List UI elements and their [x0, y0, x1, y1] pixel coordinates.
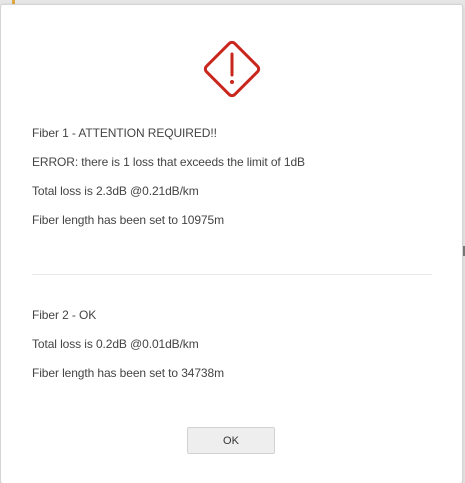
warning-diamond-icon [198, 35, 266, 103]
fiber-report-dialog: Fiber 1 - ATTENTION REQUIRED!! ERROR: th… [0, 4, 463, 483]
fiber-2-total-loss: Total loss is 0.2dB @0.01dB/km [32, 337, 199, 351]
fiber-1-error: ERROR: there is 1 loss that exceeds the … [32, 155, 305, 169]
section-divider [32, 274, 432, 275]
fiber-2-status: Fiber 2 - OK [32, 308, 97, 322]
fiber-1-report: Fiber 1 - ATTENTION REQUIRED!! ERROR: th… [32, 126, 432, 242]
fiber-1-status: Fiber 1 - ATTENTION REQUIRED!! [32, 126, 217, 140]
ok-button[interactable]: OK [187, 427, 275, 454]
fiber-2-length: Fiber length has been set to 34738m [32, 366, 224, 380]
fiber-2-report: Fiber 2 - OK Total loss is 0.2dB @0.01dB… [32, 308, 432, 395]
fiber-1-length: Fiber length has been set to 10975m [32, 213, 224, 227]
fiber-1-total-loss: Total loss is 2.3dB @0.21dB/km [32, 184, 199, 198]
app-backdrop: Fiber 1 - ATTENTION REQUIRED!! ERROR: th… [0, 0, 465, 483]
